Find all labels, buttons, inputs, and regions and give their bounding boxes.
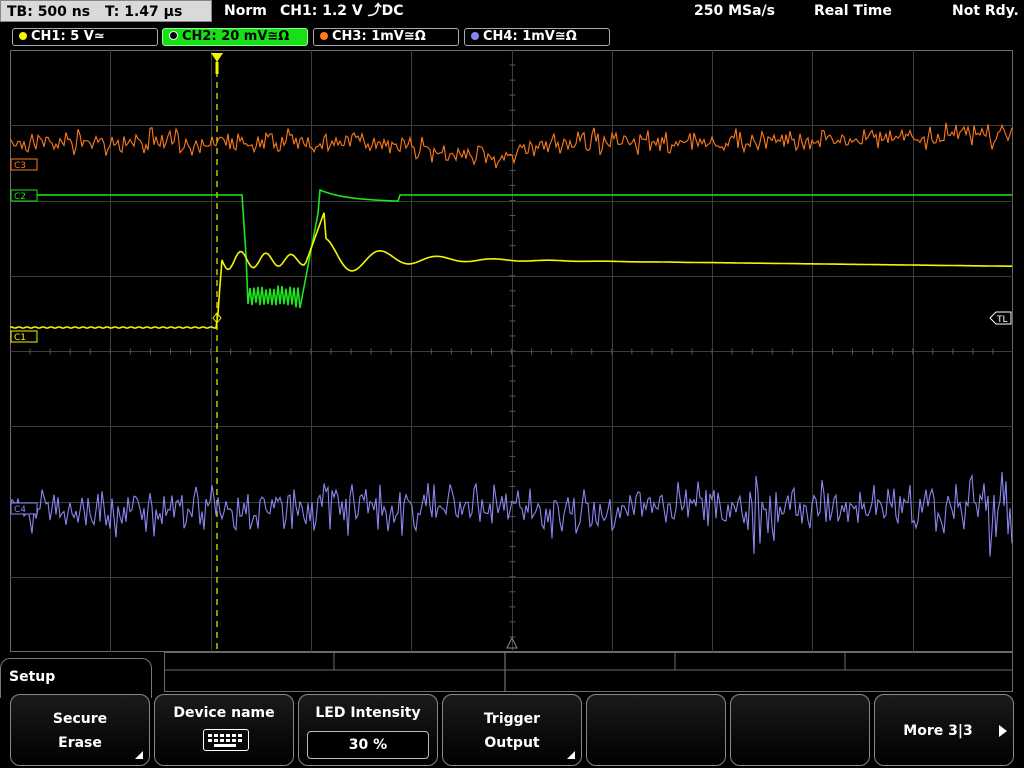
led-intensity-label: LED Intensity: [315, 705, 421, 721]
trigger-source[interactable]: CH1: 1.2 V ⤴DC: [280, 0, 403, 22]
keyboard-icon: [203, 729, 249, 751]
device-name-button[interactable]: Device name: [154, 694, 294, 766]
timebase-box[interactable]: TB: 500 ns T: 1.47 µs: [0, 0, 212, 22]
ch2-marker-label: C2: [14, 192, 26, 202]
trigger-output-line2: Output: [484, 735, 540, 751]
channel-3-tab[interactable]: CH3: 1mV≅Ω: [313, 28, 459, 46]
channel-1-label: CH1: 5 V≃: [31, 29, 105, 44]
ch2-offset-marker[interactable]: C2: [10, 189, 38, 202]
channel-4-label: CH4: 1mV≅Ω: [483, 29, 577, 44]
ch1-dot-icon: [19, 32, 27, 40]
ch3-marker-label: C3: [14, 161, 26, 171]
channel-1-tab[interactable]: CH1: 5 V≃: [12, 28, 158, 46]
ch4-marker-label: C4: [14, 505, 26, 515]
sample-rate: 250 MSa/s: [694, 3, 776, 19]
acquisition-state: Not Rdy.: [952, 3, 1019, 19]
softkey-bar: Secure Erase Device name LED Intensity 3…: [0, 694, 1024, 768]
menu-title-tab: Setup: [0, 658, 152, 698]
status-bar: TB: 500 ns T: 1.47 µs Norm CH1: 1.2 V ⤴D…: [0, 0, 1024, 24]
submenu-triangle-icon: [567, 751, 575, 759]
channel-2-label: CH2: 20 mV≅Ω: [182, 29, 290, 44]
empty-softkey-6[interactable]: [730, 694, 870, 766]
ch4-dot-icon: [471, 32, 479, 40]
more-button[interactable]: More 3|3: [874, 694, 1014, 766]
trigger-position-stem: [215, 62, 219, 74]
submenu-triangle-icon: [135, 751, 143, 759]
info-strip: [164, 652, 1013, 692]
led-intensity-value[interactable]: 30 %: [307, 731, 429, 759]
ch3-dot-icon: [320, 32, 328, 40]
secure-erase-line2: Erase: [58, 735, 102, 751]
secure-erase-line1: Secure: [52, 711, 108, 727]
trigger-output-line1: Trigger: [483, 711, 541, 727]
ch1-marker-label: C1: [14, 333, 26, 343]
channel-2-tab[interactable]: CH2: 20 mV≅Ω: [162, 28, 308, 46]
more-label: More 3|3: [903, 723, 973, 739]
ch2-dot-icon: [169, 31, 178, 40]
device-name-label: Device name: [173, 705, 275, 721]
led-intensity-button[interactable]: LED Intensity 30 %: [298, 694, 438, 766]
ch3-offset-marker[interactable]: C3: [10, 158, 38, 171]
channel-bar: CH1: 5 V≃ CH2: 20 mV≅Ω CH3: 1mV≅Ω CH4: 1…: [0, 26, 1024, 48]
timebase-value: TB: 500 ns: [7, 4, 91, 20]
ch4-offset-marker[interactable]: C4: [10, 502, 38, 515]
empty-softkey-5[interactable]: [586, 694, 726, 766]
acquisition-mode: Real Time: [814, 3, 892, 19]
channel-3-label: CH3: 1mV≅Ω: [332, 29, 426, 44]
waveform-display[interactable]: C3 C2 C1 C4 TL: [10, 50, 1013, 652]
trigger-level-label: TL: [996, 315, 1008, 325]
menu-title: Setup: [9, 669, 56, 685]
ch1-offset-marker[interactable]: C1: [10, 330, 38, 343]
trigger-output-button[interactable]: Trigger Output: [442, 694, 582, 766]
trigger-mode[interactable]: Norm: [224, 0, 267, 22]
more-arrow-icon: [999, 725, 1007, 737]
secure-erase-button[interactable]: Secure Erase: [10, 694, 150, 766]
trigger-time-value: T: 1.47 µs: [104, 4, 183, 20]
channel-4-tab[interactable]: CH4: 1mV≅Ω: [464, 28, 610, 46]
